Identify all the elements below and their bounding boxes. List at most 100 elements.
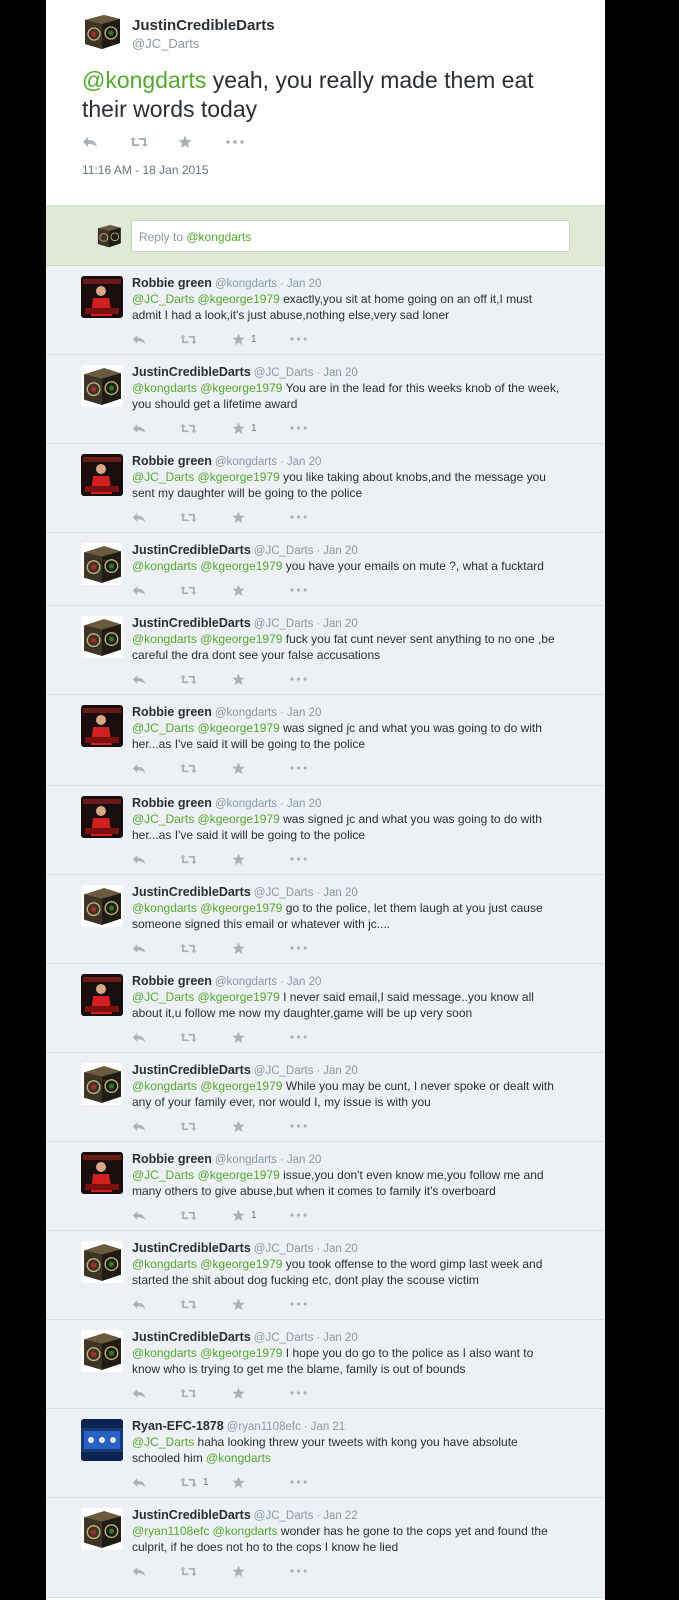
author-name[interactable]: Robbie green	[132, 974, 212, 988]
author-name[interactable]: Robbie green	[132, 705, 212, 719]
reply-tweet[interactable]: Robbie green @kongdarts · Jan 20 @JC_Darts @…	[46, 695, 605, 786]
more-icon[interactable]	[290, 1296, 320, 1312]
retweet-icon[interactable]	[180, 1296, 232, 1312]
mention-link[interactable]: @kongdarts	[206, 1451, 271, 1465]
reply-tweet[interactable]: Robbie green @kongdarts · Jan 20 @JC_Darts @…	[46, 964, 605, 1053]
favorite-icon[interactable]: 1	[232, 420, 290, 436]
mention-link[interactable]: @kongdarts @kgeorge1979	[132, 1257, 282, 1271]
avatar[interactable]	[81, 1330, 123, 1372]
favorite-icon[interactable]	[232, 1118, 290, 1134]
reply-tweet[interactable]: Robbie green @kongdarts · Jan 20 @JC_Darts @…	[46, 266, 605, 355]
favorite-icon[interactable]	[232, 1029, 290, 1045]
more-icon[interactable]	[290, 582, 320, 598]
reply-icon[interactable]	[132, 1029, 180, 1045]
mention-link[interactable]: @kongdarts @kgeorge1979	[132, 632, 282, 646]
mention-link[interactable]: @kongdarts @kgeorge1979	[132, 381, 282, 395]
reply-date[interactable]: Jan 20	[287, 707, 322, 719]
author-name[interactable]: JustinCredibleDarts	[132, 616, 251, 630]
retweet-icon[interactable]	[180, 851, 232, 867]
avatar[interactable]	[81, 365, 123, 407]
reply-icon[interactable]	[132, 1474, 180, 1490]
avatar[interactable]	[81, 705, 123, 747]
author-handle[interactable]: @JC_Darts	[254, 618, 314, 630]
author-name[interactable]: JustinCredibleDarts	[132, 1330, 251, 1344]
avatar[interactable]	[81, 1241, 123, 1283]
more-icon[interactable]	[290, 509, 320, 525]
author-name[interactable]: Robbie green	[132, 796, 212, 810]
retweet-icon[interactable]	[180, 1118, 232, 1134]
retweet-icon[interactable]	[180, 582, 232, 598]
retweet-icon[interactable]	[180, 1563, 232, 1579]
reply-input[interactable]: Reply to @kongdarts	[131, 220, 570, 252]
retweet-icon[interactable]	[130, 132, 178, 152]
reply-icon[interactable]	[132, 509, 180, 525]
mention-link[interactable]: @JC_Darts	[132, 1435, 194, 1449]
more-icon[interactable]	[290, 331, 320, 347]
author-name[interactable]: JustinCredibleDarts	[132, 1063, 251, 1077]
reply-tweet[interactable]: JustinCredibleDarts @JC_Darts · Jan 22 @ryan…	[46, 1498, 605, 1598]
favorite-icon[interactable]	[232, 1296, 290, 1312]
reply-date[interactable]: Jan 20	[323, 1243, 358, 1255]
retweet-icon[interactable]	[180, 331, 232, 347]
author-name[interactable]: Robbie green	[132, 276, 212, 290]
author-name[interactable]: JustinCredibleDarts	[132, 543, 251, 557]
retweet-icon[interactable]	[180, 671, 232, 687]
more-icon[interactable]	[290, 1207, 320, 1223]
author-handle[interactable]: @JC_Darts	[254, 545, 314, 557]
mention-link[interactable]: @JC_Darts @kgeorge1979	[132, 812, 280, 826]
favorite-icon[interactable]	[232, 1474, 290, 1490]
avatar[interactable]	[81, 454, 123, 496]
more-icon[interactable]	[290, 851, 320, 867]
avatar[interactable]	[81, 885, 123, 927]
mention-link[interactable]: @JC_Darts @kgeorge1979	[132, 1168, 280, 1182]
reply-icon[interactable]	[132, 1296, 180, 1312]
reply-date[interactable]: Jan 20	[323, 887, 358, 899]
author-handle[interactable]: @JC_Darts	[254, 1332, 314, 1344]
author-handle[interactable]: @kongdarts	[215, 976, 277, 988]
author-name[interactable]: JustinCredibleDarts	[132, 885, 251, 899]
mention-link[interactable]: @JC_Darts @kgeorge1979	[132, 292, 280, 306]
favorite-icon[interactable]	[232, 760, 290, 776]
reply-tweet[interactable]: Ryan-EFC-1878 @ryan1108efc · Jan 21 @JC_Dart…	[46, 1409, 605, 1498]
reply-date[interactable]: Jan 20	[287, 278, 322, 290]
reply-icon[interactable]	[132, 331, 180, 347]
reply-tweet[interactable]: Robbie green @kongdarts · Jan 20 @JC_Darts @…	[46, 786, 605, 875]
author-handle[interactable]: @JC_Darts	[132, 36, 199, 51]
reply-date[interactable]: Jan 20	[323, 1332, 358, 1344]
favorite-icon[interactable]: 1	[232, 1207, 290, 1223]
author-name[interactable]: JustinCredibleDarts	[132, 365, 251, 379]
more-icon[interactable]	[290, 1118, 320, 1134]
author-handle[interactable]: @JC_Darts	[254, 887, 314, 899]
reply-date[interactable]: Jan 20	[287, 456, 322, 468]
reply-tweet[interactable]: Robbie green @kongdarts · Jan 20 @JC_Darts @…	[46, 444, 605, 533]
mention-link[interactable]: @kongdarts @kgeorge1979	[132, 1079, 282, 1093]
more-icon[interactable]	[290, 1474, 320, 1490]
author-name[interactable]: Robbie green	[132, 1152, 212, 1166]
favorite-icon[interactable]	[232, 671, 290, 687]
reply-icon[interactable]	[132, 1563, 180, 1579]
reply-icon[interactable]	[132, 940, 180, 956]
retweet-icon[interactable]: 1	[180, 1474, 232, 1490]
retweet-icon[interactable]	[180, 760, 232, 776]
reply-date[interactable]: Jan 20	[323, 545, 358, 557]
retweet-icon[interactable]	[180, 1029, 232, 1045]
retweet-icon[interactable]	[180, 1385, 232, 1401]
reply-date[interactable]: Jan 20	[323, 367, 358, 379]
reply-date[interactable]: Jan 20	[287, 798, 322, 810]
favorite-icon[interactable]	[232, 1385, 290, 1401]
favorite-icon[interactable]	[232, 940, 290, 956]
avatar[interactable]	[81, 1419, 123, 1461]
more-icon[interactable]	[290, 1385, 320, 1401]
reply-icon[interactable]	[132, 582, 180, 598]
mention-link[interactable]: @kongdarts @kgeorge1979	[132, 1346, 282, 1360]
author-handle[interactable]: @ryan1108efc	[227, 1421, 301, 1433]
avatar[interactable]	[82, 12, 122, 50]
avatar[interactable]	[81, 796, 123, 838]
more-icon[interactable]	[290, 940, 320, 956]
reply-date[interactable]: Jan 22	[323, 1510, 358, 1522]
author-name[interactable]: JustinCredibleDarts	[132, 1241, 251, 1255]
favorite-icon[interactable]	[178, 132, 226, 152]
reply-icon[interactable]	[132, 1385, 180, 1401]
more-icon[interactable]	[226, 132, 274, 152]
favorite-icon[interactable]	[232, 509, 290, 525]
